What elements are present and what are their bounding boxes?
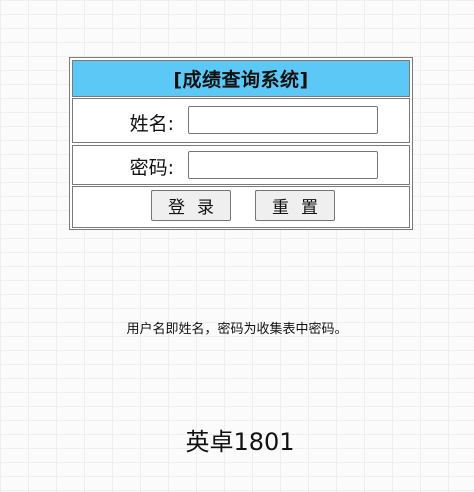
name-label: 姓名:	[129, 113, 174, 135]
password-label: 密码:	[129, 157, 174, 179]
form-title-row: [成绩查询系统]	[72, 60, 410, 97]
password-input[interactable]	[188, 151, 378, 179]
name-input[interactable]	[188, 106, 378, 134]
login-form-table: [成绩查询系统] 姓名: 密码: 登录 重置	[69, 57, 413, 230]
reset-button[interactable]: 重置	[255, 190, 335, 221]
class-name-footer: 英卓1801	[185, 428, 295, 456]
password-row: 密码:	[72, 145, 410, 185]
button-row: 登录 重置	[72, 186, 410, 228]
login-button[interactable]: 登录	[151, 190, 231, 221]
login-hint: 用户名即姓名，密码为收集表中密码。	[126, 322, 348, 337]
form-title: [成绩查询系统]	[173, 69, 309, 91]
name-row: 姓名:	[72, 98, 410, 143]
